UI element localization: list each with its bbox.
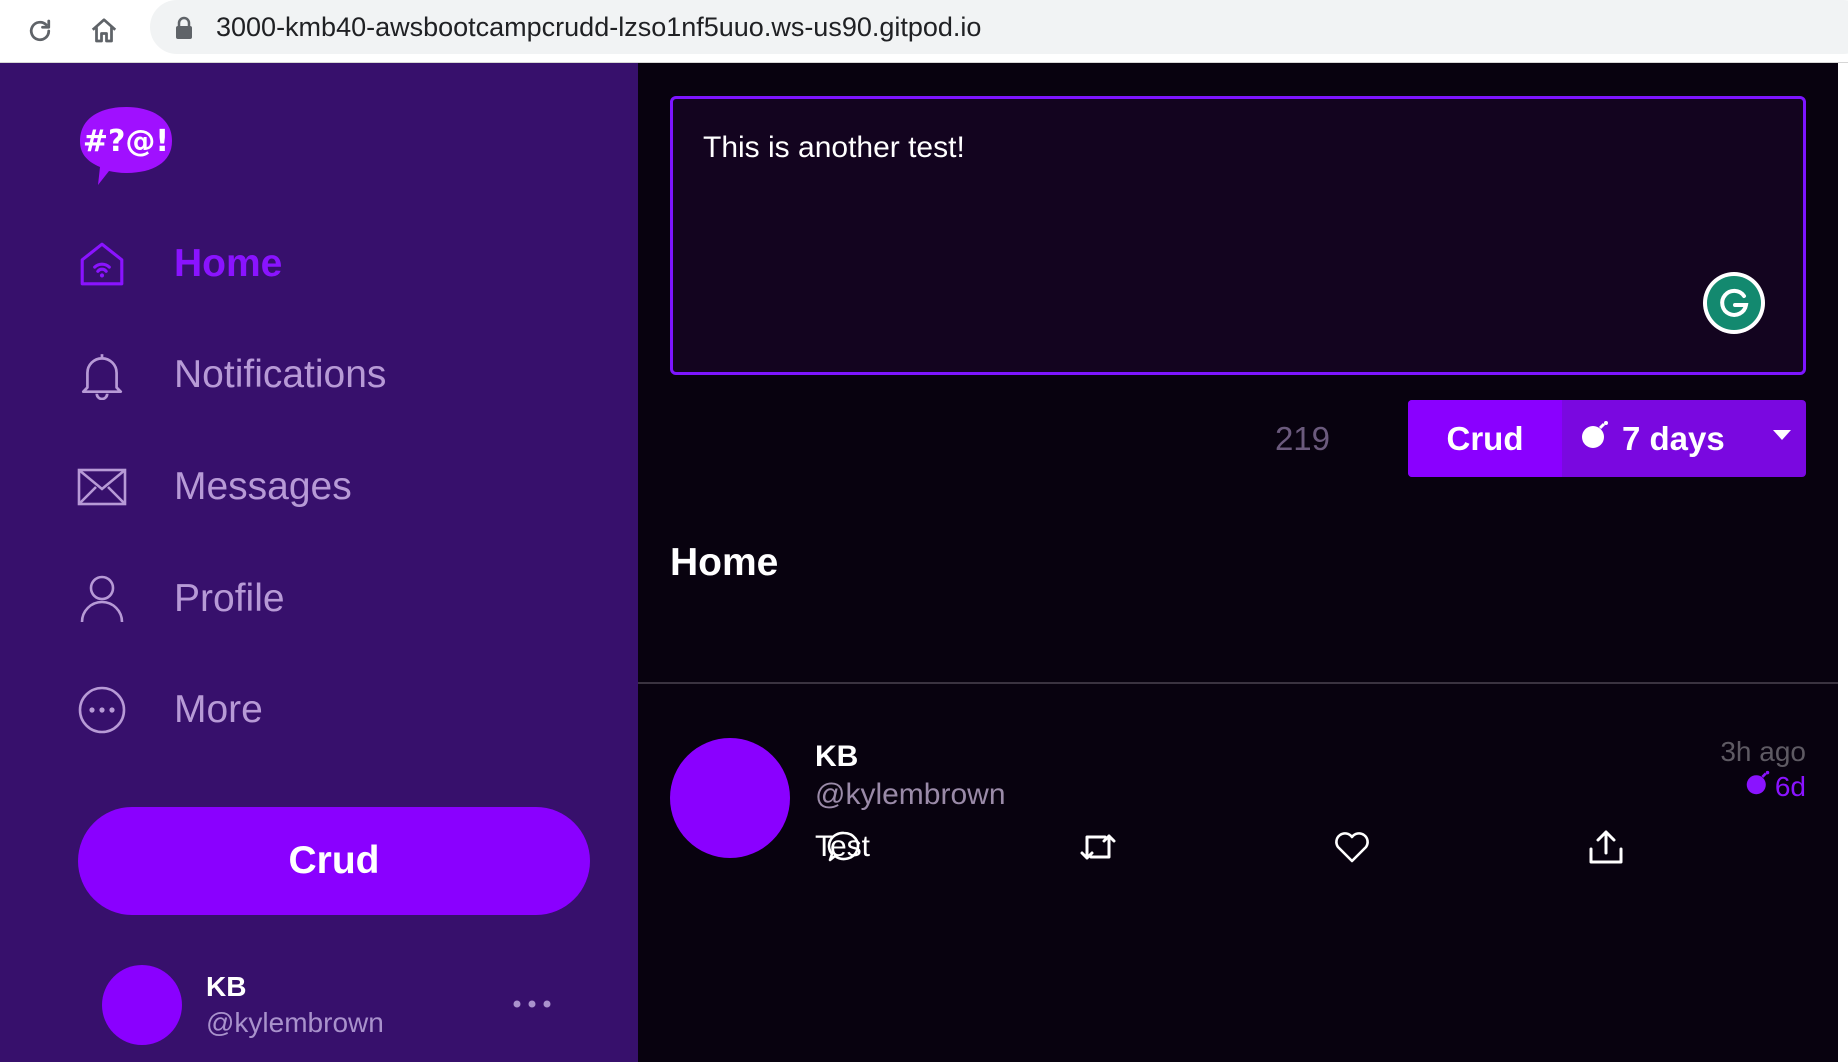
char-count-value: 219	[1274, 420, 1330, 457]
address-bar[interactable]: 3000-kmb40-awsbootcampcrudd-lzso1nf5uuo.…	[150, 0, 1848, 54]
compose-actions: Crud 7 days	[1408, 400, 1806, 477]
list-item[interactable]: KB @kylembrown Test 3h ago 6d	[638, 684, 1838, 944]
bomb-icon	[1580, 420, 1610, 458]
page-title: Home	[670, 541, 779, 584]
compose-textarea[interactable]: This is another test!	[670, 96, 1806, 375]
post-handle[interactable]: @kylembrown	[815, 778, 1006, 812]
home-browser-icon[interactable]	[81, 8, 127, 54]
post-expires: 6d	[1745, 770, 1806, 803]
sidebar-item-label: More	[174, 688, 263, 731]
more-dots-icon[interactable]	[512, 989, 552, 1019]
browser-toolbar: 3000-kmb40-awsbootcampcrudd-lzso1nf5uuo.…	[0, 0, 1848, 63]
envelope-icon	[76, 461, 128, 513]
avatar[interactable]	[670, 738, 790, 858]
expiry-label: 7 days	[1622, 419, 1725, 457]
chevron-down-icon[interactable]	[1772, 428, 1792, 447]
compose-text: This is another test!	[703, 131, 965, 164]
avatar[interactable]	[102, 965, 182, 1045]
sidebar-item-home[interactable]: Home	[76, 229, 576, 299]
bomb-icon	[1745, 770, 1771, 803]
crud-submit-button[interactable]: Crud	[1408, 400, 1562, 477]
sidebar-item-label: Notifications	[174, 353, 387, 396]
bell-icon	[76, 349, 128, 401]
repost-icon[interactable]	[1078, 827, 1118, 867]
heart-icon[interactable]	[1332, 827, 1372, 867]
sidebar-item-label: Profile	[174, 577, 285, 620]
sidebar-item-more[interactable]: More	[76, 675, 576, 745]
main-content: This is another test! 219 Crud 7 days Ho…	[638, 63, 1838, 1062]
scrollbar[interactable]	[1838, 63, 1848, 1062]
current-user-name: KB	[206, 971, 247, 1002]
expiry-select[interactable]: 7 days	[1562, 400, 1762, 477]
post-display-name[interactable]: KB	[815, 740, 858, 774]
post-expires-value: 6d	[1774, 770, 1806, 802]
sidebar: #?@! Home Notifications Messages Profile…	[0, 63, 638, 1062]
sidebar-item-label: Messages	[174, 465, 352, 508]
sidebar-item-notifications[interactable]: Notifications	[76, 340, 576, 410]
grammarly-icon[interactable]	[1703, 272, 1765, 334]
share-icon[interactable]	[1586, 827, 1626, 867]
crud-button[interactable]: Crud	[78, 807, 590, 915]
url-text: 3000-kmb40-awsbootcampcrudd-lzso1nf5uuo.…	[216, 12, 982, 42]
reload-icon[interactable]	[17, 8, 63, 54]
person-icon	[76, 573, 128, 625]
lock-icon	[174, 16, 194, 45]
app-logo[interactable]: #?@!	[76, 103, 176, 189]
post-created-time: 3h ago	[1720, 736, 1806, 767]
current-user-handle: @kylembrown	[206, 1007, 384, 1038]
sidebar-item-label: Home	[174, 242, 283, 285]
sidebar-item-profile[interactable]: Profile	[76, 564, 576, 634]
more-circle-icon	[76, 684, 128, 736]
reply-icon[interactable]	[824, 827, 864, 867]
sidebar-item-messages[interactable]: Messages	[76, 452, 576, 522]
home-icon	[76, 238, 128, 290]
logo-text: #?@!	[83, 124, 169, 159]
